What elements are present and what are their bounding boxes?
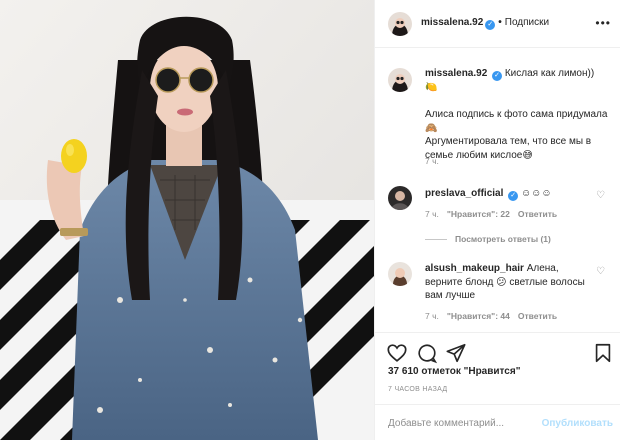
add-comment-bar: Опубликовать [375,404,620,440]
caption-line-3: Аргументировала тем, что все мы в семье … [425,136,592,161]
commenter-avatar-image [388,262,412,286]
commenter-avatar-image [388,186,412,210]
author-avatar[interactable] [388,12,412,36]
comment-time[interactable]: 7 ч. [425,209,439,219]
author-avatar-image [388,12,412,36]
commenter-username[interactable]: preslava_official [425,188,503,199]
view-replies[interactable]: Посмотреть ответы (1) [425,234,551,244]
post-photo[interactable] [0,0,374,440]
post-time[interactable]: 7 ЧАСОВ НАЗАД [388,386,447,393]
reply-button[interactable]: Ответить [518,209,557,219]
comment-body: ☺☺☺ [520,188,552,199]
comment-meta: 7 ч. "Нравится": 44 Ответить [425,311,565,321]
verified-badge-icon: ✓ [492,71,503,81]
comment-time[interactable]: 7 ч. [425,311,439,321]
comment-input[interactable] [388,415,538,431]
author-username[interactable]: missalena.92 [421,17,483,28]
instagram-post-view: missalena.92 ✓ • Подписки ••• missalena.92 … [0,0,620,440]
likes-count[interactable]: 37 610 отметок "Нравится" [388,366,520,377]
commenter-username[interactable]: alsush_makeup_hair [425,263,524,274]
bookmark-icon[interactable] [592,342,614,364]
publish-button[interactable]: Опубликовать [542,418,613,429]
comment-icon[interactable] [416,342,438,364]
comment-text: preslava_official ✓ ☺☺☺ [425,187,593,201]
lemon-emoji: 🍋 [425,82,438,93]
author-username-line: missalena.92 ✓ • Подписки [421,17,549,30]
caption-line-1: Кислая как лимон)) [504,68,595,79]
caption-text: missalena.92 ✓ Кислая как лимон)) 🍋 Алис… [425,67,615,162]
comment-likes[interactable]: "Нравится": 22 [447,209,510,219]
comment-likes[interactable]: "Нравится": 44 [447,311,510,321]
post-photo-image [0,0,374,440]
commenter-avatar[interactable] [388,186,412,210]
comment-text: alsush_makeup_hair Алена, верните блонд … [425,262,593,303]
comment-like-heart-icon[interactable]: ♡ [596,266,605,277]
caption-username[interactable]: missalena.92 [425,68,487,79]
comment-like-heart-icon[interactable]: ♡ [596,190,605,201]
separator-dot: • [498,17,502,28]
caption-time[interactable]: 7 ч. [425,156,439,166]
verified-badge-icon: ✓ [508,191,519,201]
caption-line-2: Алиса подпись к фото сама придумала🙈 [425,109,608,134]
view-replies-label: Посмотреть ответы (1) [455,234,551,244]
caption-avatar[interactable] [388,68,412,92]
commenter-avatar[interactable] [388,262,412,286]
post-header: missalena.92 ✓ • Подписки ••• [375,0,620,48]
heart-icon[interactable] [386,342,408,364]
post-side-panel: missalena.92 ✓ • Подписки ••• missalena.92 … [374,0,620,440]
caption-avatar-image [388,68,412,92]
verified-badge-icon: ✓ [485,20,496,30]
more-icon[interactable]: ••• [595,16,611,30]
following-button[interactable]: Подписки [505,17,549,28]
reply-button[interactable]: Ответить [518,311,557,321]
comment-meta: 7 ч. "Нравится": 22 Ответить [425,209,565,219]
replies-divider [425,239,447,241]
share-icon[interactable] [445,342,467,364]
